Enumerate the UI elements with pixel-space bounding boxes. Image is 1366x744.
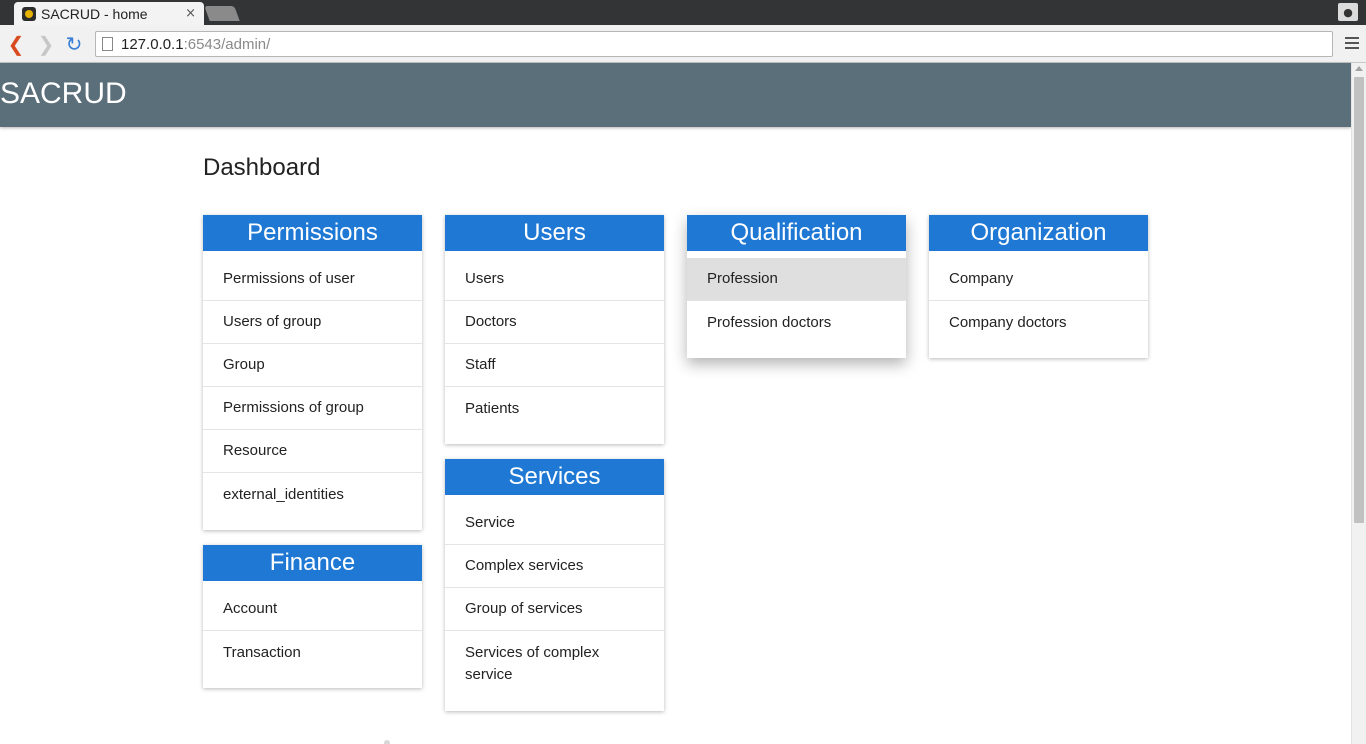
card-services: Services Service Complex services Group … xyxy=(445,459,664,711)
menu-item-staff[interactable]: Staff xyxy=(445,344,664,387)
reload-icon[interactable]: ↻ xyxy=(62,31,86,57)
url-host: 127.0.0.1 xyxy=(121,35,184,53)
card-title: Users xyxy=(445,215,664,251)
menu-item-account[interactable]: Account xyxy=(203,588,422,631)
close-icon[interactable]: × xyxy=(185,6,196,21)
menu-item-company[interactable]: Company xyxy=(929,258,1148,301)
app-header: SACRUD xyxy=(0,63,1351,127)
menu-item-patients[interactable]: Patients xyxy=(445,387,664,430)
scroll-up-icon[interactable] xyxy=(1355,66,1363,71)
app-brand[interactable]: SACRUD xyxy=(0,77,127,111)
menu-item-users-of-group[interactable]: Users of group xyxy=(203,301,422,344)
page-title: Dashboard xyxy=(203,154,321,181)
card-title: Finance xyxy=(203,545,422,581)
menu-item-resource[interactable]: Resource xyxy=(203,430,422,473)
menu-item-profession[interactable]: Profession xyxy=(687,258,906,301)
menu-item-permissions-of-user[interactable]: Permissions of user xyxy=(203,258,422,301)
card-organization: Organization Company Company doctors xyxy=(929,215,1148,358)
card-permissions: Permissions Permissions of user Users of… xyxy=(203,215,422,530)
url-path: :6543/admin/ xyxy=(183,35,271,53)
tab-title: SACRUD - home xyxy=(41,5,148,22)
menu-item-external-identities[interactable]: external_identities xyxy=(203,473,422,516)
partial-element xyxy=(384,740,390,744)
menu-item-permissions-of-group[interactable]: Permissions of group xyxy=(203,387,422,430)
user-profile-icon[interactable]: ● xyxy=(1338,3,1358,21)
menu-item-company-doctors[interactable]: Company doctors xyxy=(929,301,1148,344)
menu-item-complex-services[interactable]: Complex services xyxy=(445,545,664,588)
menu-item-transaction[interactable]: Transaction xyxy=(203,631,422,674)
browser-tabstrip: SACRUD - home × ● xyxy=(0,0,1366,25)
card-users: Users Users Doctors Staff Patients xyxy=(445,215,664,444)
vertical-scrollbar[interactable] xyxy=(1351,63,1366,744)
back-arrow-icon[interactable]: ❮ xyxy=(4,31,28,57)
card-title: Permissions xyxy=(203,215,422,251)
menu-item-services-of-complex-service[interactable]: Services of complex service xyxy=(445,631,664,697)
menu-item-group[interactable]: Group xyxy=(203,344,422,387)
address-bar[interactable]: 127.0.0.1:6543/admin/ xyxy=(95,31,1333,57)
page-icon xyxy=(102,37,113,51)
new-tab-button[interactable] xyxy=(204,6,240,21)
menu-item-profession-doctors[interactable]: Profession doctors xyxy=(687,301,906,344)
card-qualification: Qualification Profession Profession doct… xyxy=(687,215,906,358)
card-title: Services xyxy=(445,459,664,495)
browser-tab[interactable]: SACRUD - home × xyxy=(14,2,204,25)
card-finance: Finance Account Transaction xyxy=(203,545,422,688)
browser-toolbar: ❮ ❯ ↻ 127.0.0.1:6543/admin/ xyxy=(0,25,1366,63)
menu-item-group-of-services[interactable]: Group of services xyxy=(445,588,664,631)
card-title: Qualification xyxy=(687,215,906,251)
menu-item-users[interactable]: Users xyxy=(445,258,664,301)
scrollbar-thumb[interactable] xyxy=(1354,77,1364,523)
hamburger-menu-icon[interactable] xyxy=(1344,35,1360,51)
card-title: Organization xyxy=(929,215,1148,251)
menu-item-doctors[interactable]: Doctors xyxy=(445,301,664,344)
forward-arrow-icon[interactable]: ❯ xyxy=(34,31,58,57)
menu-item-service[interactable]: Service xyxy=(445,502,664,545)
site-favicon-icon xyxy=(22,6,36,21)
